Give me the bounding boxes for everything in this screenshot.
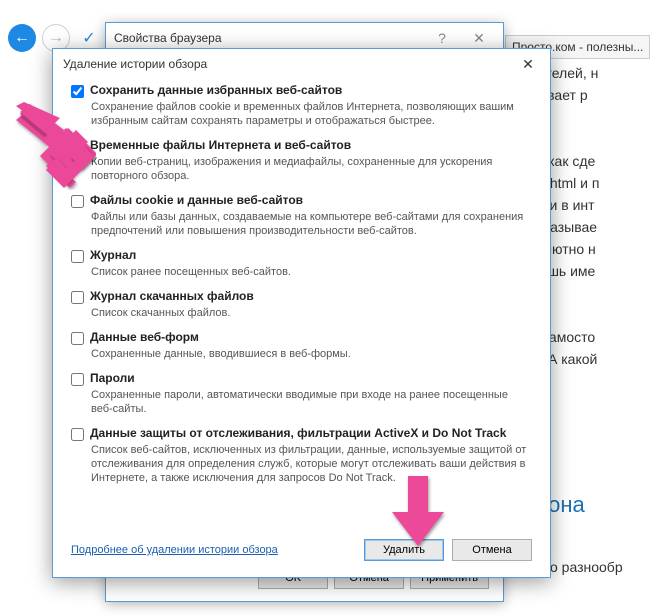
parent-dialog-title: Свойства браузера [114,31,222,45]
option-cookies: Файлы cookie и данные веб-сайтов Файлы ил… [71,193,532,238]
option-checkbox-fav[interactable] [71,85,84,98]
option-desc: Сохраненные данные, вводившиеся в веб-фо… [91,347,532,361]
option-row[interactable]: Данные защиты от отслеживания, фильтраци… [71,426,532,441]
option-desc: Список скачанных файлов. [91,306,532,320]
option-passwords: Пароли Сохраненные пароли, автоматически … [71,371,532,416]
option-row[interactable]: Данные веб-форм [71,330,532,345]
option-checkbox-passwords[interactable] [71,373,84,386]
option-title: Журнал скачанных файлов [90,289,254,303]
dialog-titlebar: Удаление истории обзора ✕ [53,49,550,79]
option-checkbox-forms[interactable] [71,332,84,345]
option-checkbox-tracking[interactable] [71,428,84,441]
refresh-check-icon: ✓ [78,28,100,50]
option-title: Пароли [90,371,135,385]
option-desc: Список веб-сайтов, исключенных из фильтр… [91,443,532,485]
option-desc: Копии веб-страниц, изображения и медиафа… [91,155,532,183]
option-row[interactable]: Журнал [71,248,532,263]
option-tracking: Данные защиты от отслеживания, фильтраци… [71,426,532,485]
option-checkbox-downloads[interactable] [71,291,84,304]
option-title: Временные файлы Интернета и веб-сайтов [90,138,351,152]
option-title: Сохранить данные избранных веб-сайтов [90,83,342,97]
option-fav: Сохранить данные избранных веб-сайтов Сох… [71,83,532,128]
option-row[interactable]: Пароли [71,371,532,386]
option-desc: Сохранение файлов cookie и временных фай… [91,100,532,128]
arrow-right-icon: → [48,29,64,47]
option-title: Данные защиты от отслеживания, фильтраци… [90,426,506,440]
option-desc: Сохраненные пароли, автоматически вводим… [91,388,532,416]
option-forms: Данные веб-форм Сохраненные данные, вводи… [71,330,532,361]
option-row[interactable]: Журнал скачанных файлов [71,289,532,304]
option-title: Файлы cookie и данные веб-сайтов [90,193,303,207]
option-checkbox-cookies[interactable] [71,195,84,208]
option-title: Данные веб-форм [90,330,199,344]
learn-more-link[interactable]: Подробнее об удалении истории обзора [71,544,278,556]
option-history: Журнал Список ранее посещенных веб-сайтов… [71,248,532,279]
option-checkbox-temp[interactable] [71,140,84,153]
dialog-title: Удаление истории обзора [63,49,207,79]
dialog-close-button[interactable]: ✕ [508,51,548,77]
option-row[interactable]: Сохранить данные избранных веб-сайтов [71,83,532,98]
option-downloads: Журнал скачанных файлов Список скачанных … [71,289,532,320]
arrow-left-icon: ← [14,29,30,47]
option-temp: Временные файлы Интернета и веб-сайтов Ко… [71,138,532,183]
delete-button[interactable]: Удалить [364,539,444,561]
option-desc: Список ранее посещенных веб-сайтов. [91,265,532,279]
option-checkbox-history[interactable] [71,250,84,263]
option-title: Журнал [90,248,136,262]
dialog-body: Сохранить данные избранных веб-сайтов Сох… [53,79,550,529]
option-row[interactable]: Файлы cookie и данные веб-сайтов [71,193,532,208]
delete-history-dialog: Удаление истории обзора ✕ Сохранить данн… [52,48,551,578]
dialog-footer: Подробнее об удалении истории обзора Уда… [53,529,550,577]
option-desc: Файлы или базы данных, создаваемые на ко… [91,210,532,238]
nav-back-button[interactable]: ← [8,24,36,52]
cancel-button[interactable]: Отмена [452,539,532,561]
option-row[interactable]: Временные файлы Интернета и веб-сайтов [71,138,532,153]
